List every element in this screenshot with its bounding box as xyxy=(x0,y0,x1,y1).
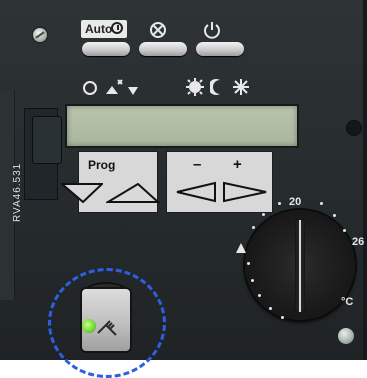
dial-dot xyxy=(262,213,265,216)
dial-indicator-line xyxy=(299,220,301,312)
dial-dot xyxy=(258,294,261,297)
highlight-circle xyxy=(48,268,166,378)
top-left-screw-icon xyxy=(33,28,47,42)
fan-off-button[interactable] xyxy=(139,42,187,56)
dial-dot xyxy=(252,226,255,229)
status-indicator xyxy=(346,120,362,136)
decrease-button[interactable] xyxy=(175,181,217,203)
dial-max-label: 26 xyxy=(352,236,365,248)
clock-hand-icon xyxy=(117,25,119,30)
dial-dot xyxy=(320,202,323,205)
dial-dot xyxy=(247,262,250,265)
snowflake-icon xyxy=(232,78,250,96)
auto-mode-text: Auto xyxy=(85,22,113,36)
minus-label: – xyxy=(193,156,202,173)
model-label: RVA46.531 xyxy=(12,162,23,222)
dial-dot xyxy=(333,214,336,217)
power-icon xyxy=(202,20,222,40)
bottom-right-screw-icon xyxy=(338,328,354,344)
increase-button[interactable] xyxy=(222,181,268,203)
lcd-display xyxy=(65,104,299,148)
dial-unit-label: °C xyxy=(341,296,354,308)
prog-label: Prog xyxy=(88,158,116,172)
dial-dot xyxy=(269,307,272,310)
auto-mode-button[interactable] xyxy=(82,42,130,56)
dial-dot xyxy=(251,279,254,282)
dial-min-label: 20 xyxy=(289,196,302,208)
prog-right-button[interactable] xyxy=(104,182,161,203)
left-side-tab[interactable] xyxy=(32,116,62,164)
auto-mode-label: Auto xyxy=(81,20,127,38)
dial-dot xyxy=(281,316,284,319)
sun-clock-icon xyxy=(186,78,204,96)
down-arrow-icon xyxy=(128,84,138,95)
power-button[interactable] xyxy=(196,42,244,56)
prog-left-button[interactable] xyxy=(59,183,105,204)
frost-arrow-icon xyxy=(104,76,128,96)
moon-icon xyxy=(208,78,226,96)
circle-icon xyxy=(82,80,98,96)
plus-label: + xyxy=(233,156,242,173)
triangle-marker-icon xyxy=(236,240,246,253)
dial-dot xyxy=(278,202,281,205)
dial-dot xyxy=(343,229,346,232)
temperature-dial[interactable] xyxy=(245,210,355,320)
fan-off-icon xyxy=(148,20,168,40)
